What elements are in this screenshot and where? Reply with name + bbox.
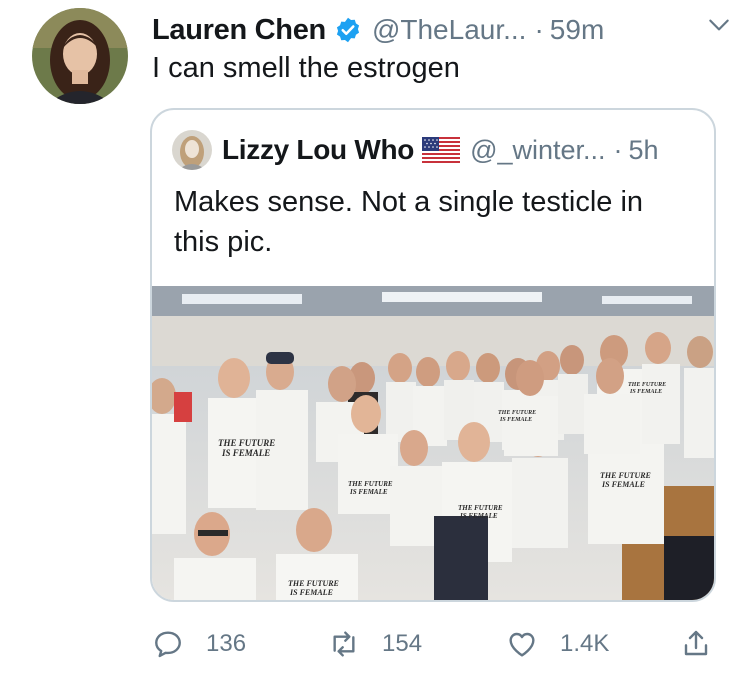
reply-button[interactable]: 136 (152, 620, 246, 668)
quoted-tweet[interactable]: Lizzy Lou Who @_winter... · 5h Makes sen… (150, 108, 716, 602)
shirt-text: IS FEMALE (629, 389, 662, 395)
shirt-text: THE FUTURE (628, 382, 666, 388)
quote-text: Makes sense. Not a single testicle in th… (174, 186, 644, 258)
share-icon (684, 630, 708, 656)
shirt-text: THE FUTURE (218, 438, 275, 448)
us-flag-icon (422, 137, 461, 163)
tweet-text: I can smell the estrogen (152, 52, 460, 84)
like-icon (509, 632, 535, 657)
quote-author-avatar[interactable] (172, 130, 212, 170)
quote-time[interactable]: 5h (629, 135, 659, 166)
tweet-header: Lauren Chen @TheLaur... · 59m (152, 10, 730, 50)
reply-count: 136 (206, 630, 247, 657)
shirt-text: IS FEMALE (459, 512, 498, 520)
shirt-text: THE FUTURE (348, 480, 393, 488)
retweet-icon (333, 631, 355, 657)
shirt-text: IS FEMALE (601, 480, 645, 489)
retweet-count: 154 (382, 630, 423, 657)
author-name[interactable]: Lauren Chen (152, 14, 326, 47)
quote-author-name[interactable]: Lizzy Lou Who (222, 134, 414, 166)
chevron-down-icon[interactable] (706, 12, 732, 38)
retweet-button[interactable]: 154 (328, 620, 422, 668)
tweet-time[interactable]: 59m (550, 14, 604, 46)
author-avatar[interactable] (32, 8, 128, 104)
shirt-text: IS FEMALE (499, 417, 532, 423)
quote-author-handle[interactable]: @_winter... (470, 135, 605, 166)
shirt-text: THE FUTURE (600, 471, 651, 480)
shirt-text: THE FUTURE (458, 504, 503, 512)
quote-separator-dot: · (613, 134, 623, 165)
shirt-text: IS FEMALE (221, 448, 270, 458)
separator-dot: · (534, 14, 544, 45)
share-button[interactable] (680, 620, 712, 668)
shirt-text: THE FUTURE (498, 410, 536, 416)
reply-icon (155, 631, 181, 658)
like-button[interactable]: 1.4K (506, 620, 609, 668)
quote-photo[interactable]: THE FUTURE IS FEMALE THE FUTURE IS FEMAL… (152, 286, 714, 600)
shirt-text: THE FUTURE (288, 579, 339, 588)
shirt-text: IS FEMALE (289, 588, 333, 597)
verified-icon (336, 17, 360, 43)
quote-header: Lizzy Lou Who @_winter... · 5h (172, 130, 704, 170)
author-handle[interactable]: @TheLaur... (372, 14, 527, 46)
tweet-actions: 136 154 1.4K (150, 620, 730, 668)
like-count: 1.4K (560, 630, 610, 657)
shirt-text: IS FEMALE (349, 488, 388, 496)
